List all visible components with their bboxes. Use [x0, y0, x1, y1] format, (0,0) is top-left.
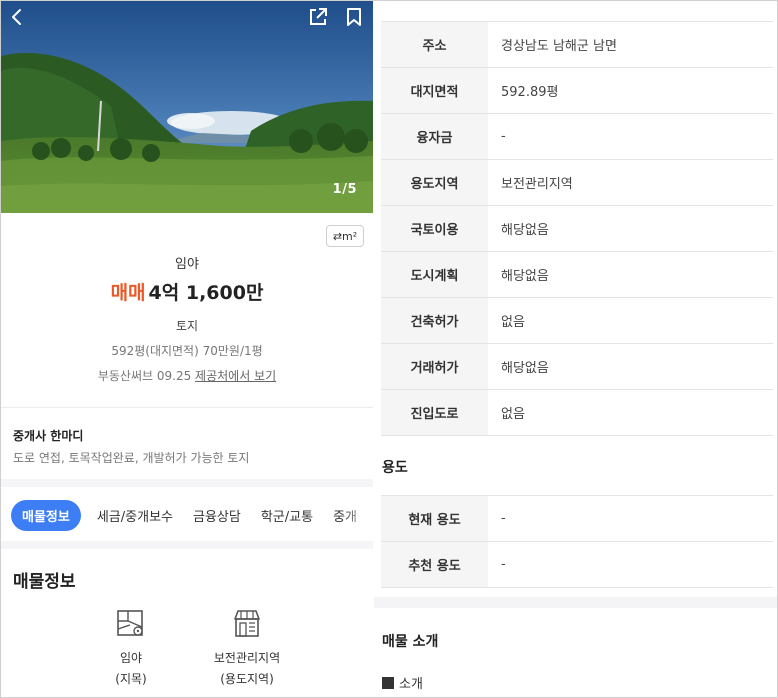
- table-row: 현재 용도 -: [381, 496, 773, 542]
- feature-value: 임야: [119, 651, 143, 665]
- photo-counter: 1/5: [332, 182, 357, 197]
- tab-tax-fees[interactable]: 세금/중개보수: [97, 506, 173, 525]
- agent-comment: 도로 연접, 토목작업완료, 개발허가 가능한 토지: [13, 451, 250, 465]
- source-line: 부동산써브 09.25 제공처에서 보기: [1, 367, 373, 384]
- row-label: 추천 용도: [381, 542, 488, 587]
- tab-bar: 매물정보 세금/중개보수 금융상담 학군/교통 중개: [1, 493, 373, 537]
- price: 4억 1,600만: [148, 282, 264, 304]
- row-label: 용도지역: [381, 160, 488, 205]
- row-value: 592.89평: [501, 85, 559, 100]
- row-value: 해당없음: [501, 223, 549, 238]
- table-row: 융자금 -: [381, 114, 773, 160]
- property-category: 임야: [175, 257, 199, 272]
- row-value: -: [501, 129, 506, 144]
- feature-land-category: 임야 (지목): [76, 607, 186, 687]
- row-label: 대지면적: [381, 68, 488, 113]
- section-divider: [1, 541, 373, 549]
- intro-title: 매물 소개: [382, 634, 439, 650]
- agent-comment-title: 중개사 한마디: [13, 429, 84, 443]
- row-label: 국토이용: [381, 206, 488, 251]
- table-row: 대지면적 592.89평: [381, 68, 773, 114]
- price-line: 매매 4억 1,600만: [1, 278, 373, 305]
- tab-property-info[interactable]: 매물정보: [11, 499, 81, 531]
- row-value: -: [501, 557, 506, 572]
- row-value: 경상남도 남해군 남면: [501, 39, 617, 54]
- tab-finance[interactable]: 금융상담: [193, 506, 241, 525]
- intro-item-label: 소개: [399, 677, 423, 692]
- source-text: 부동산써브 09.25: [97, 369, 196, 383]
- section-divider: [374, 597, 777, 608]
- tab-fade: [343, 493, 373, 537]
- table-row: 도시계획 해당없음: [381, 252, 773, 298]
- property-detail-table: 주소 경상남도 남해군 남면 대지면적 592.89평 융자금 - 용도지역 보…: [381, 21, 773, 436]
- tab-school-transport[interactable]: 학군/교통: [261, 506, 313, 525]
- square-bullet-icon: [382, 676, 394, 689]
- land-type: 토지: [175, 319, 199, 333]
- area-info: 592평(대지면적) 70만원/1평: [111, 344, 263, 358]
- usage-table: 현재 용도 - 추천 용도 -: [381, 495, 773, 588]
- row-value: 해당없음: [501, 361, 549, 376]
- row-label: 주소: [381, 22, 488, 67]
- table-row: 용도지역 보전관리지역: [381, 160, 773, 206]
- row-label: 거래허가: [381, 344, 488, 389]
- unit-toggle-button[interactable]: ⇄m²: [326, 225, 364, 247]
- table-row: 주소 경상남도 남해군 남면: [381, 22, 773, 68]
- source-link[interactable]: 제공처에서 보기: [195, 369, 276, 383]
- table-row: 건축허가 없음: [381, 298, 773, 344]
- share-icon[interactable]: [306, 5, 330, 29]
- divider: [1, 407, 373, 408]
- row-value: 보전관리지역: [501, 177, 573, 192]
- row-value: 없음: [501, 407, 525, 422]
- row-value: -: [501, 511, 506, 526]
- property-info-title: 매물정보: [13, 572, 76, 592]
- bookmark-icon[interactable]: [342, 5, 366, 29]
- feature-zoning: 보전관리지역 (용도지역): [192, 607, 302, 687]
- feature-caption: (용도지역): [220, 672, 274, 686]
- feature-value: 보전관리지역: [213, 651, 281, 665]
- back-icon[interactable]: [5, 5, 29, 29]
- row-value: 해당없음: [501, 269, 549, 284]
- intro-item: 소개: [382, 673, 423, 692]
- table-row: 거래허가 해당없음: [381, 344, 773, 390]
- row-label: 도시계획: [381, 252, 488, 297]
- listing-panel: 1/5 ⇄m² 임야 매매 4억 1,600만 토지 592평(대지면적) 70만…: [1, 1, 373, 697]
- property-photo[interactable]: 1/5: [1, 1, 373, 213]
- usage-title: 용도: [382, 460, 408, 476]
- deal-type: 매매: [110, 282, 146, 304]
- section-divider: [1, 479, 373, 487]
- table-row: 국토이용 해당없음: [381, 206, 773, 252]
- table-row: 진입도로 없음: [381, 390, 773, 436]
- row-label: 진입도로: [381, 390, 488, 435]
- row-label: 융자금: [381, 114, 488, 159]
- row-label: 건축허가: [381, 298, 488, 343]
- land-map-icon: [117, 610, 143, 636]
- row-label: 현재 용도: [381, 496, 488, 541]
- row-value: 없음: [501, 315, 525, 330]
- feature-caption: (지목): [115, 672, 147, 686]
- detail-panel: 주소 경상남도 남해군 남면 대지면적 592.89평 융자금 - 용도지역 보…: [374, 1, 777, 697]
- listing-summary: 임야 매매 4억 1,600만 토지 592평(대지면적) 70만원/1평 부동산…: [1, 253, 373, 384]
- store-building-icon: [234, 610, 260, 637]
- table-row: 추천 용도 -: [381, 542, 773, 588]
- landscape-image: [1, 1, 373, 213]
